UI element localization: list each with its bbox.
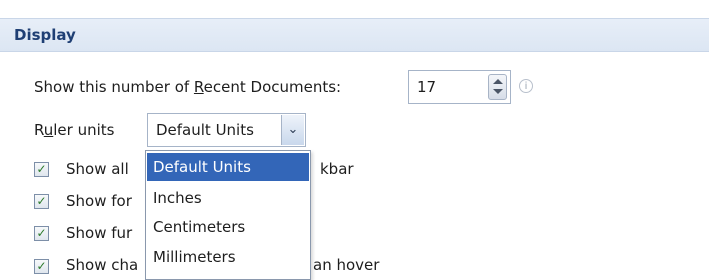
section-title: Display — [14, 26, 76, 44]
checkbox-show-function[interactable]: ✓ — [34, 226, 49, 241]
checkbox-show-chart-label: Show cha — [66, 256, 139, 274]
ruler-units-options: Default Units Inches Centimeters Millime… — [145, 150, 311, 280]
spin-buttons[interactable] — [488, 74, 507, 100]
checkbox-show-chart-label-tail: an hover — [313, 256, 380, 274]
checkbox-show-formatting[interactable]: ✓ — [34, 194, 49, 209]
checkbox-show-all-label: Show all — [66, 160, 129, 178]
checkbox-show-function-label: Show fur — [66, 224, 133, 242]
recent-documents-value[interactable]: 17 — [417, 78, 436, 96]
recent-documents-spinner[interactable]: 17 — [408, 70, 511, 104]
recent-documents-label: Show this number of Recent Documents: — [34, 78, 342, 96]
checkbox-show-all-label-tail: kbar — [320, 160, 354, 178]
checkbox-show-all[interactable]: ✓ — [34, 162, 49, 177]
info-icon[interactable]: i — [519, 79, 533, 93]
spin-up-icon[interactable] — [493, 79, 503, 84]
ruler-units-label: Ruler units — [34, 121, 115, 139]
chevron-down-icon[interactable]: ⌄ — [281, 115, 304, 145]
option-inches[interactable]: Inches — [147, 184, 309, 212]
option-centimeters[interactable]: Centimeters — [147, 213, 309, 241]
option-millimeters[interactable]: Millimeters — [147, 243, 309, 271]
display-section-header: Display — [0, 18, 709, 52]
option-default-units[interactable]: Default Units — [147, 153, 309, 181]
ruler-units-dropdown[interactable]: Default Units ⌄ — [147, 113, 306, 147]
checkbox-show-formatting-label: Show for — [66, 192, 132, 210]
ruler-units-selected[interactable]: Default Units — [156, 121, 254, 139]
spin-down-icon[interactable] — [493, 89, 503, 94]
